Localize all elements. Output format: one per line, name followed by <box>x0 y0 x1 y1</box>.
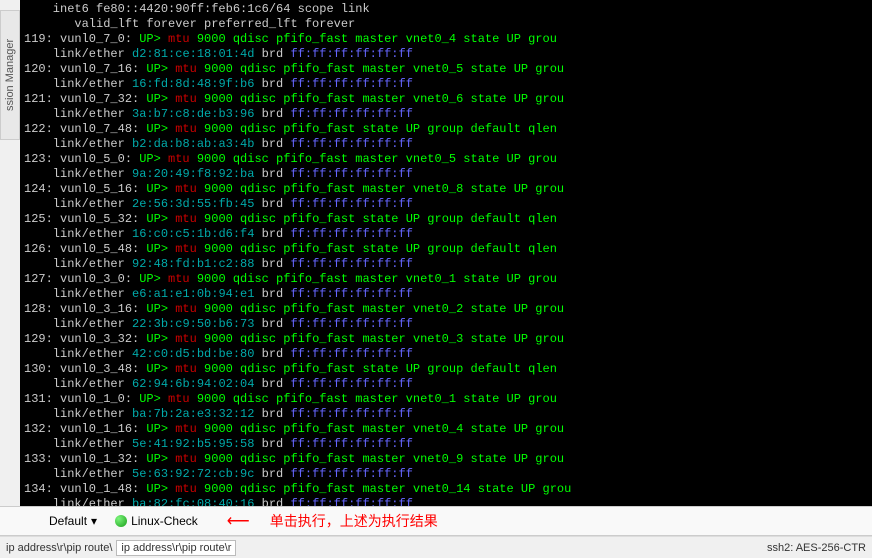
status-command-text: ip address\r\pip route\ <box>6 542 112 554</box>
status-command-box: ip address\r\pip route\r <box>116 540 236 556</box>
status-left: ip address\r\pip route\ ip address\r\pip… <box>6 540 236 556</box>
linux-check-label: Linux-Check <box>131 514 198 528</box>
session-manager-tab[interactable]: ssion Manager <box>0 10 20 140</box>
chevron-down-icon: ▾ <box>91 514 97 528</box>
status-connection: ssh2: AES-256-CTR <box>767 542 866 554</box>
hint-text: 单击执行，上述为执行结果 <box>270 511 438 531</box>
arrow-left-icon: ⟵ <box>227 511 250 531</box>
status-dot-icon <box>115 515 127 527</box>
default-profile-button[interactable]: Default ▾ <box>40 510 106 532</box>
linux-check-button[interactable]: Linux-Check <box>106 510 207 532</box>
terminal-output[interactable]: inet6 fe80::4420:90ff:feb6:1c6/64 scope … <box>20 0 872 506</box>
default-label: Default <box>49 514 87 528</box>
status-bar: ip address\r\pip route\ ip address\r\pip… <box>0 536 872 558</box>
toolbar: Default ▾ Linux-Check ⟵ 单击执行，上述为执行结果 <box>0 506 872 536</box>
